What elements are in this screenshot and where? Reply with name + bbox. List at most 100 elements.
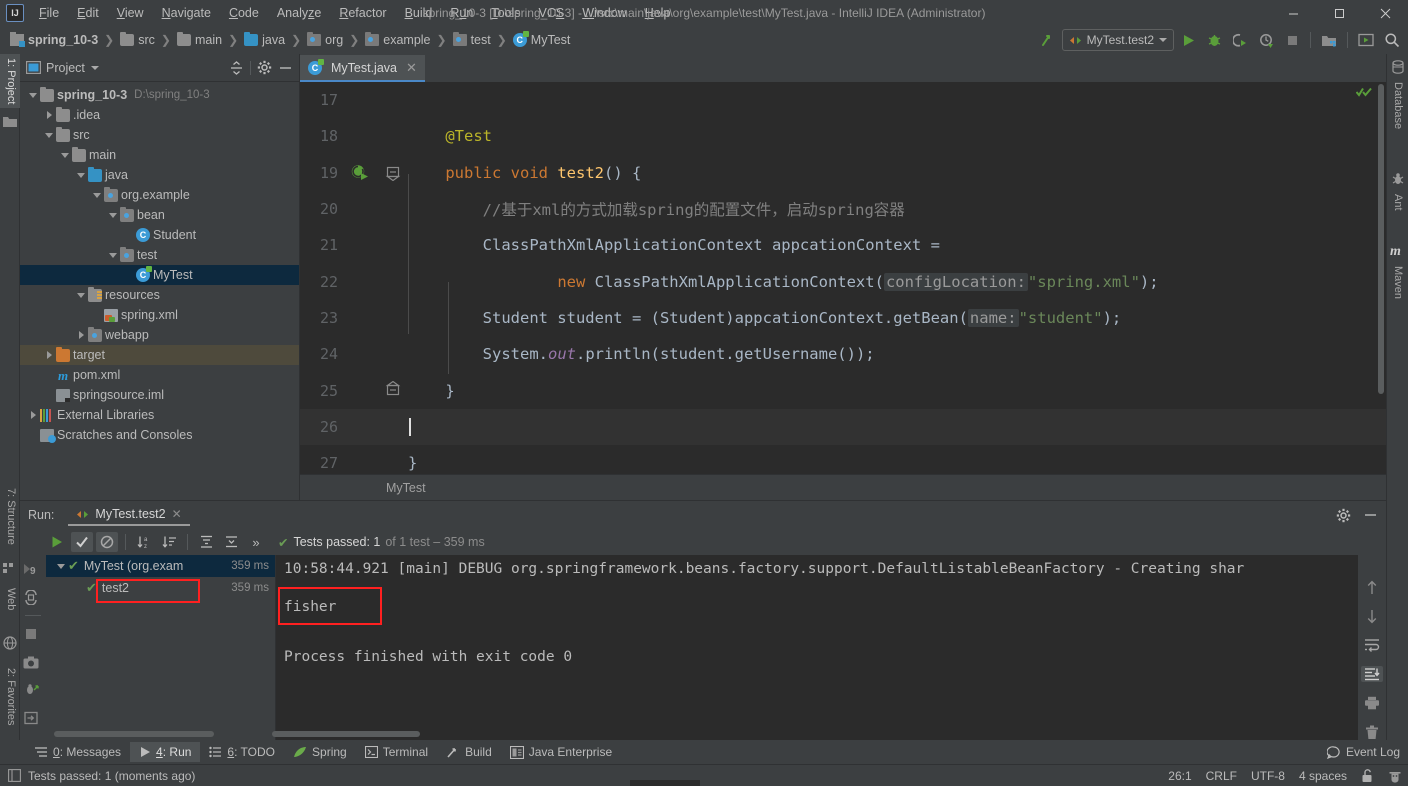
breadcrumb-item-mytest[interactable]: C MyTest xyxy=(509,31,575,49)
fold-cell[interactable] xyxy=(382,118,408,154)
tree-item-java[interactable]: java xyxy=(20,165,299,185)
tree-item-resources[interactable]: resources xyxy=(20,285,299,305)
hide-panel-icon[interactable] xyxy=(278,61,293,75)
code-line-25[interactable]: 25 } xyxy=(300,372,1386,408)
gutter-cell[interactable] xyxy=(348,445,382,474)
sidebar-item-maven[interactable]: Maven xyxy=(1386,262,1408,303)
expand-arrow-icon[interactable] xyxy=(26,408,40,422)
sort-by-duration-button[interactable] xyxy=(158,532,180,552)
menu-item-tools[interactable]: Tools xyxy=(482,3,529,23)
tree-item-student[interactable]: C Student xyxy=(20,225,299,245)
bottom-tab-build[interactable]: Build xyxy=(437,742,501,762)
tree-item-springsource-iml[interactable]: springsource.iml xyxy=(20,385,299,405)
run-test-gutter-icon[interactable] xyxy=(348,155,382,191)
sidebar-item-web[interactable]: Web xyxy=(0,584,20,614)
tree-twisty[interactable] xyxy=(26,428,40,442)
breadcrumb-item-spring-10-3[interactable]: spring_10-3 xyxy=(6,31,102,49)
indent-setting[interactable]: 4 spaces xyxy=(1299,769,1347,783)
scrollbar-thumb[interactable] xyxy=(54,731,214,737)
menu-item-help[interactable]: Help xyxy=(636,3,680,23)
menu-item-file[interactable]: File xyxy=(30,3,68,23)
tree-item-bean[interactable]: bean xyxy=(20,205,299,225)
gutter-cell[interactable] xyxy=(348,373,382,409)
gutter-cell[interactable] xyxy=(348,118,382,154)
gutter-cell[interactable] xyxy=(348,264,382,300)
tree-twisty[interactable] xyxy=(42,368,56,382)
tree-item-target[interactable]: target xyxy=(20,345,299,365)
debug-button[interactable] xyxy=(1202,28,1226,52)
menu-item-vcs[interactable]: VCS xyxy=(530,3,574,23)
menu-item-analyze[interactable]: Analyze xyxy=(268,3,330,23)
up-arrow-icon[interactable] xyxy=(1361,579,1383,595)
code-line-20[interactable]: 20 //基于xml的方式加载spring的配置文件，启动spring容器 xyxy=(300,191,1386,227)
select-target-icon[interactable] xyxy=(1317,28,1341,52)
menu-item-window[interactable]: Window xyxy=(573,3,635,23)
menu-item-navigate[interactable]: Navigate xyxy=(153,3,220,23)
hide-run-panel-icon[interactable] xyxy=(1363,508,1378,522)
editor-vertical-scrollbar[interactable] xyxy=(1376,82,1386,474)
bottom-tab-0-messages[interactable]: 0: Messages xyxy=(26,742,130,762)
inspection-status-icon[interactable] xyxy=(1356,86,1372,97)
menu-item-edit[interactable]: Edit xyxy=(68,3,108,23)
tree-item-main[interactable]: main xyxy=(20,145,299,165)
trash-icon[interactable] xyxy=(1361,724,1383,740)
code-line-26[interactable]: 26 xyxy=(300,408,1386,445)
menu-item-refactor[interactable]: Refactor xyxy=(330,3,395,23)
tree-item-spring-xml[interactable]: spring.xml xyxy=(20,305,299,325)
tree-twisty[interactable] xyxy=(122,268,136,282)
collapse-arrow-icon[interactable] xyxy=(26,88,40,102)
sort-alphabetically-button[interactable]: az xyxy=(133,532,155,552)
breadcrumb-item-example[interactable]: example xyxy=(361,31,434,49)
menu-item-view[interactable]: View xyxy=(108,3,153,23)
expand-all-button[interactable] xyxy=(195,532,217,552)
breadcrumb-item-java[interactable]: java xyxy=(240,31,289,49)
search-everywhere-icon[interactable] xyxy=(1380,28,1404,52)
test-tree-horizontal-scrollbar[interactable] xyxy=(54,730,244,738)
code-line-21[interactable]: 21 ClassPathXmlApplicationContext appcat… xyxy=(300,227,1386,263)
run-settings-gear-icon[interactable] xyxy=(1336,508,1351,523)
tree-item-scratches-and-consoles[interactable]: Scratches and Consoles xyxy=(20,425,299,445)
code-line-19[interactable]: 19 public void test2() { xyxy=(300,155,1386,191)
close-run-tab-icon[interactable]: ✕ xyxy=(172,507,182,521)
tree-item-webapp[interactable]: webapp xyxy=(20,325,299,345)
fold-cell[interactable] xyxy=(382,409,408,445)
collapse-arrow-icon[interactable] xyxy=(106,248,120,262)
run-tab-mytest-test2[interactable]: MyTest.test2 ✕ xyxy=(68,504,190,526)
line-separator[interactable]: CRLF xyxy=(1206,769,1237,783)
project-tree[interactable]: spring_10-3 D:\spring_10-3 .idea src main jav… xyxy=(20,83,299,500)
file-encoding[interactable]: UTF-8 xyxy=(1251,769,1285,783)
bottom-tab-java-enterprise[interactable]: Java Enterprise xyxy=(501,742,621,762)
fold-cell[interactable] xyxy=(382,264,408,300)
sidebar-item-project[interactable]: 1: Project xyxy=(0,54,20,109)
chevron-down-icon[interactable] xyxy=(90,65,99,70)
gutter-cell[interactable] xyxy=(348,191,382,227)
print-icon[interactable] xyxy=(1361,695,1383,711)
code-line-23[interactable]: 23 Student student = (Student)appcationC… xyxy=(300,300,1386,336)
collapse-arrow-icon[interactable] xyxy=(42,128,56,142)
event-log-button[interactable]: Event Log xyxy=(1326,740,1400,764)
breadcrumb-item-src[interactable]: src xyxy=(116,31,159,49)
close-button[interactable] xyxy=(1362,0,1408,26)
tree-item-pom-xml[interactable]: m pom.xml xyxy=(20,365,299,385)
run-window-icon[interactable] xyxy=(1354,28,1378,52)
inspection-widget-icon[interactable] xyxy=(1388,769,1402,783)
fold-collapse-end-icon[interactable] xyxy=(382,373,408,409)
hide-ignored-tests-button[interactable] xyxy=(96,532,118,552)
expand-arrow-icon[interactable] xyxy=(42,348,56,362)
fold-cell[interactable] xyxy=(382,445,408,474)
unlock-icon[interactable] xyxy=(1361,768,1374,783)
code-line-27[interactable]: 27} xyxy=(300,445,1386,474)
tree-item--idea[interactable]: .idea xyxy=(20,105,299,125)
code-line-18[interactable]: 18 @Test xyxy=(300,118,1386,154)
breadcrumb-item-main[interactable]: main xyxy=(173,31,226,49)
gutter-cell[interactable] xyxy=(348,409,382,445)
sidebar-item-ant[interactable]: Ant xyxy=(1386,190,1408,215)
tree-item-test[interactable]: test xyxy=(20,245,299,265)
stop-button[interactable] xyxy=(1280,28,1304,52)
bottom-tab-spring[interactable]: Spring xyxy=(284,742,356,762)
test-results-tree[interactable]: ✔ MyTest (org.exam 359 ms ✔ test2 359 ms xyxy=(46,555,276,740)
bottom-tab-terminal[interactable]: Terminal xyxy=(356,742,437,762)
menu-item-build[interactable]: Build xyxy=(396,3,442,23)
bottom-tab-4-run[interactable]: 4: Run xyxy=(130,742,201,762)
tree-twisty[interactable] xyxy=(42,388,56,402)
